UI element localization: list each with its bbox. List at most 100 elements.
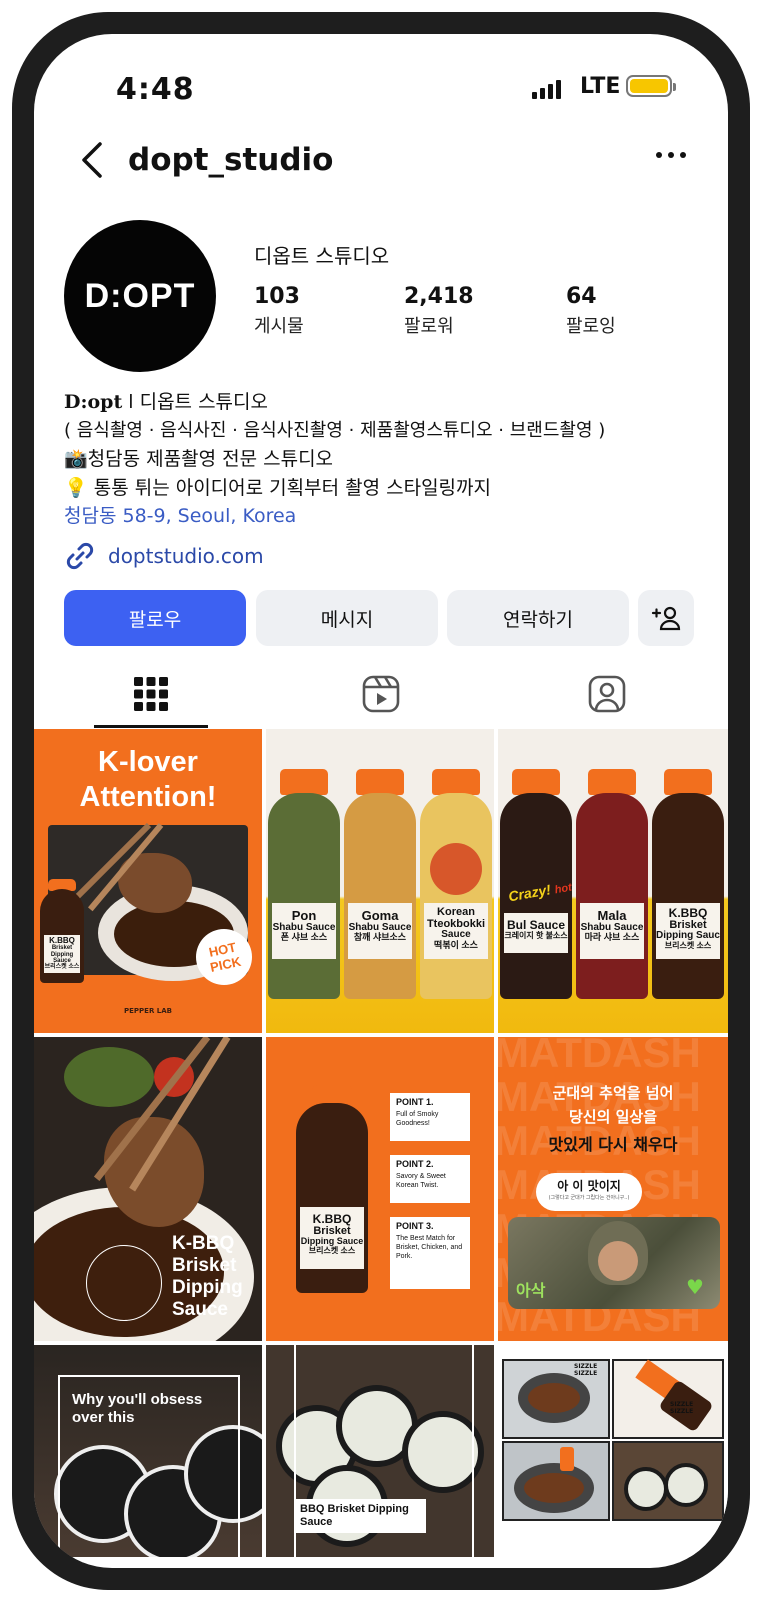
sfx-text: SIZZLE SIZZLE xyxy=(670,1401,694,1415)
bio-line-4-text: 통통 튀는 아이디어로 기획부터 촬영 스타일링까지 xyxy=(87,476,491,499)
bio-location[interactable]: 청담동 58-9, Seoul, Korea xyxy=(64,502,714,531)
back-arrow-icon[interactable] xyxy=(74,140,114,180)
video-still: 아삭 ♥ xyxy=(508,1217,720,1309)
post-obsess[interactable]: Why you'll obsess over this xyxy=(34,1345,262,1557)
link-icon xyxy=(66,542,94,570)
bio-brand: D:opt xyxy=(64,391,123,413)
point-title: POINT 3. xyxy=(396,1221,434,1231)
post-kimbap[interactable]: BBQ Brisket Dipping Sauce xyxy=(266,1345,494,1557)
bio-line-2: ( 음식촬영 · 음식사진 · 음식사진촬영 · 제품촬영스튜디오 · 브랜드촬… xyxy=(64,419,606,441)
overlay-line2: Brisket xyxy=(172,1255,237,1276)
point-card-3: POINT 3. The Best Match for Brisket, Chi… xyxy=(390,1217,470,1289)
bottle-name: Goma xyxy=(361,908,399,923)
point-text: Full of Smoky Goodness! xyxy=(396,1111,439,1127)
heart-icon: ♥ xyxy=(686,1275,704,1299)
reels-icon xyxy=(362,675,400,713)
sfx-text: SIZZLE SIZZLE xyxy=(574,1363,598,1377)
post-k-lover[interactable]: K-lover Attention! K.BBQ Brisket Dipping… xyxy=(34,729,262,1033)
post-title-line1: K-lover xyxy=(98,746,198,778)
website-url: doptstudio.com xyxy=(108,544,264,568)
post-three-points[interactable]: K.BBQ Brisket Dipping Sauce 브리스켓 소스 POIN… xyxy=(266,1037,494,1341)
post-dipping-closeup[interactable]: K-BBQ Brisket Dipping Sauce xyxy=(34,1037,262,1341)
overlay-line3: Dipping xyxy=(172,1277,243,1298)
headline-3: 맛있게 다시 채우다 xyxy=(548,1135,678,1154)
bottle-korean: 떡볶이 소스 xyxy=(434,939,478,950)
bottle-name: Mala xyxy=(597,908,627,923)
bottle-name: Korean xyxy=(437,906,475,918)
point-card-2: POINT 2. Savory & Sweet Korean Twist. xyxy=(390,1155,470,1203)
bottle-korean: 크레이지 핫 불소스 xyxy=(504,930,568,940)
phone-frame: 4:48 LTE dopt_studio D:OPT 디옵트 스튜디오 103 … xyxy=(12,12,750,1590)
website-link[interactable]: doptstudio.com xyxy=(64,540,264,572)
tab-reels[interactable] xyxy=(324,664,438,724)
bio: D:opt l 디옵트 스튜디오 ( 음식촬영 · 음식사진 · 음식사진촬영 … xyxy=(64,388,714,531)
comic-panel-3 xyxy=(502,1441,610,1521)
follow-button[interactable]: 팔로우 xyxy=(64,590,246,646)
bottle-korean: 브리스켓 소스 xyxy=(664,940,712,950)
point-card-1: POINT 1. Full of Smoky Goodness! xyxy=(390,1093,470,1141)
stat-posts[interactable]: 103 게시물 xyxy=(254,284,304,338)
status-time: 4:48 xyxy=(116,72,195,107)
stat-followers-value: 2,418 xyxy=(404,284,474,309)
post-hot-sauces[interactable]: Crazy! hot Bul Sauce 크레이지 핫 불소스 Mala Sha… xyxy=(498,729,728,1033)
comic-panel-1: SIZZLE SIZZLE xyxy=(502,1359,610,1439)
add-person-icon xyxy=(651,606,681,631)
bottle-korean: 참깨 샤브소스 xyxy=(353,932,407,943)
headline-2: 당신의 일상을 xyxy=(568,1108,658,1126)
bottle-label-4: 브리스켓 소스 xyxy=(308,1245,356,1255)
bubble-subtext: (그렇다고 군대가 그립다는 건아니구..) xyxy=(548,1195,630,1201)
comic-panel-2: SIZZLE SIZZLE xyxy=(612,1359,724,1439)
bottle-label-1: K.BBQ xyxy=(312,1212,352,1226)
overlay-text: BBQ Brisket Dipping Sauce xyxy=(294,1499,426,1533)
avatar[interactable]: D:OPT xyxy=(64,220,216,372)
stat-posts-label: 게시물 xyxy=(254,316,304,337)
bottle-label-1: K.BBQ xyxy=(49,936,75,945)
point-text: Savory & Sweet Korean Twist. xyxy=(396,1173,446,1189)
active-tab-indicator xyxy=(94,725,208,728)
post-military-memory[interactable]: MATDASH MATDASH MATDASH MATDASH MATDASH … xyxy=(498,1037,728,1341)
lightbulb-emoji-icon: 💡 xyxy=(64,476,88,499)
comic-panel-4 xyxy=(612,1441,724,1521)
bio-line-3-text: 청담동 제품촬영 전문 스튜디오 xyxy=(87,448,334,470)
bio-line-4: 💡 통통 튀는 아이디어로 기획부터 촬영 스타일링까지 xyxy=(64,474,714,503)
network-label: LTE xyxy=(580,74,621,99)
badge-text: Crazy! xyxy=(507,881,553,905)
add-person-button[interactable] xyxy=(638,590,694,646)
screen: 4:48 LTE dopt_studio D:OPT 디옵트 스튜디오 103 … xyxy=(34,34,728,1568)
bottle-label-4: 브리스켓 소스 xyxy=(44,964,80,971)
bio-line-1: D:opt l 디옵트 스튜디오 xyxy=(64,388,714,417)
display-name: 디옵트 스튜디오 xyxy=(254,244,390,268)
message-button[interactable]: 메시지 xyxy=(256,590,438,646)
bio-line-3: 📸청담동 제품촬영 전문 스튜디오 xyxy=(64,445,714,474)
bottle-name: Bul Sauce xyxy=(506,918,566,932)
overlay-text: Why you'll obsess over this xyxy=(72,1391,203,1426)
speech-bubble: 아 이 맛이지 (그렇다고 군대가 그립다는 건아니구..) xyxy=(536,1173,642,1211)
stat-posts-value: 103 xyxy=(254,284,300,309)
stat-following[interactable]: 64 팔로잉 xyxy=(566,284,616,338)
tab-tagged[interactable] xyxy=(550,664,664,724)
badge-text-2: hot xyxy=(553,881,572,897)
stat-followers-label: 팔로워 xyxy=(404,316,454,337)
battery-icon xyxy=(626,75,676,97)
circle-outline xyxy=(86,1245,162,1321)
stat-following-value: 64 xyxy=(566,284,597,309)
overlay-line4: Sauce xyxy=(172,1299,228,1320)
tab-posts-grid[interactable] xyxy=(94,664,208,724)
bubble-text: 아 이 맛이지 xyxy=(557,1179,621,1193)
stat-following-label: 팔로잉 xyxy=(566,316,616,337)
stat-followers[interactable]: 2,418 팔로워 xyxy=(404,284,474,338)
bottle-name: K.BBQ xyxy=(668,906,708,920)
overlay-line1: K-BBQ xyxy=(172,1233,235,1254)
more-options-icon[interactable] xyxy=(656,152,686,158)
point-title: POINT 2. xyxy=(396,1159,434,1169)
bio-brand-rest: l 디옵트 스튜디오 xyxy=(122,391,268,413)
bottle-korean: 폰 샤브 소스 xyxy=(280,932,328,943)
bottle-korean: 마라 샤브 소스 xyxy=(584,932,640,943)
headline-1: 군대의 추억을 넘어 xyxy=(552,1084,674,1102)
bottle-label-3: Dipping Sauce xyxy=(50,951,74,964)
signal-icon xyxy=(532,80,561,99)
contact-button[interactable]: 연락하기 xyxy=(447,590,629,646)
post-comic-panels[interactable]: SIZZLE SIZZLE SIZZLE SIZZLE xyxy=(498,1345,728,1557)
post-shabu-sauces[interactable]: Pon Shabu Sauce 폰 샤브 소스 Goma Shabu Sauce… xyxy=(266,729,494,1033)
post-title-line2: Attention! xyxy=(79,781,217,813)
